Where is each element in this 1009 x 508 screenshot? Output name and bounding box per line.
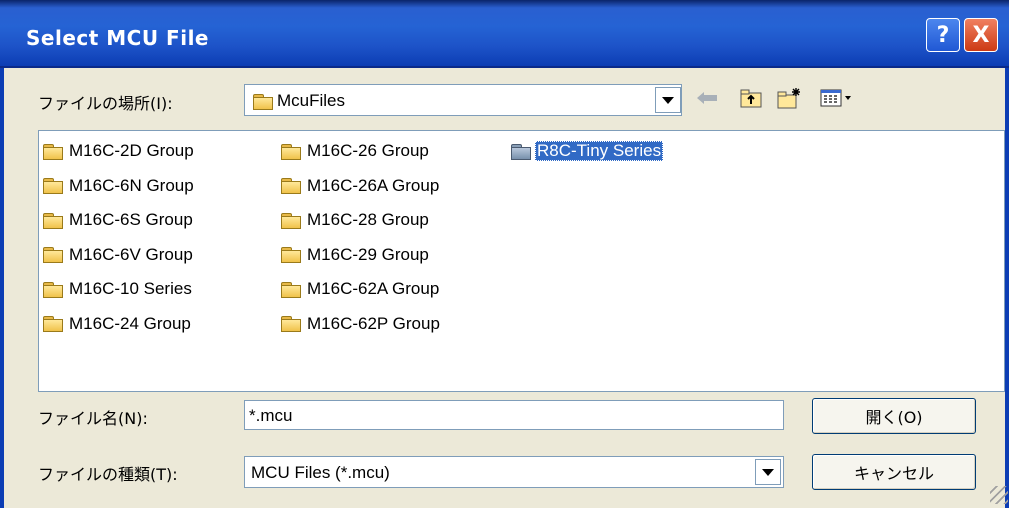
file-list-item-label: M16C-62A Group xyxy=(307,279,440,298)
folder-icon xyxy=(281,316,301,332)
file-list-item[interactable]: M16C-62A Group xyxy=(281,277,441,301)
file-list-item-label: M16C-26 Group xyxy=(307,141,429,160)
file-list-item[interactable]: M16C-29 Group xyxy=(281,243,431,267)
file-list-item[interactable]: M16C-2D Group xyxy=(43,139,196,163)
open-button[interactable]: 開く(O) xyxy=(812,398,976,434)
file-list-item-label: M16C-28 Group xyxy=(307,210,429,229)
file-list-item[interactable]: M16C-6N Group xyxy=(43,174,196,198)
folder-icon xyxy=(43,212,63,229)
file-list-item-label: M16C-10 Series xyxy=(69,279,192,298)
file-list-item-label: M16C-6V Group xyxy=(69,244,193,264)
file-list-item[interactable]: M16C-62P Group xyxy=(281,312,442,336)
look-in-value: McuFiles xyxy=(277,91,346,110)
file-list-item[interactable]: M16C-6V Group xyxy=(43,243,195,267)
filetype-dropdown-button[interactable] xyxy=(755,459,781,485)
cancel-button[interactable]: キャンセル xyxy=(812,454,976,490)
look-in-combo[interactable]: McuFiles xyxy=(244,84,682,116)
window-frame-left xyxy=(0,68,4,508)
folder-icon xyxy=(253,93,273,110)
file-list[interactable]: M16C-2D Group M16C-6N Group M16C-6S Group M… xyxy=(38,130,1005,392)
folder-icon xyxy=(281,178,301,194)
folder-icon xyxy=(511,143,531,160)
file-list-item[interactable]: M16C-6S Group xyxy=(43,208,195,232)
file-list-item-label: M16C-62P Group xyxy=(307,313,440,333)
file-list-item-label: M16C-26A Group xyxy=(307,175,440,195)
filetype-combo[interactable]: MCU Files (*.mcu) xyxy=(244,456,784,488)
new-folder-icon[interactable] xyxy=(776,86,802,110)
look-in-dropdown-button[interactable] xyxy=(655,87,681,113)
chevron-down-icon xyxy=(662,96,674,104)
folder-icon xyxy=(43,281,63,298)
file-list-item[interactable]: M16C-10 Series xyxy=(43,277,194,301)
filename-label: ファイル名(N): xyxy=(38,409,148,428)
filename-input[interactable]: *.mcu xyxy=(244,400,784,430)
file-list-item[interactable]: M16C-24 Group xyxy=(43,312,193,336)
folder-icon xyxy=(43,143,63,160)
file-list-item-label: M16C-6N Group xyxy=(69,175,194,195)
filetype-label: ファイルの種類(T): xyxy=(38,465,178,484)
window-frame-right xyxy=(1005,68,1009,508)
file-list-item[interactable]: M16C-26A Group xyxy=(281,174,441,198)
file-list-item-label: M16C-2D Group xyxy=(69,141,194,160)
close-button[interactable]: X xyxy=(964,18,998,52)
view-menu-icon[interactable] xyxy=(818,86,854,110)
file-list-item[interactable]: M16C-26 Group xyxy=(281,139,431,163)
folder-up-icon[interactable] xyxy=(738,86,764,110)
filetype-value: MCU Files (*.mcu) xyxy=(251,463,390,482)
help-button[interactable]: ? xyxy=(926,18,960,52)
arrow-left-icon[interactable] xyxy=(694,86,720,110)
chevron-down-icon xyxy=(762,468,774,476)
file-list-item-label: M16C-6S Group xyxy=(69,210,193,229)
look-in-label: ファイルの場所(I): xyxy=(38,94,173,113)
file-list-item[interactable]: M16C-28 Group xyxy=(281,208,431,232)
file-list-item[interactable]: R8C-Tiny Series xyxy=(511,139,664,163)
title-bar[interactable]: Select MCU File ? X xyxy=(0,0,1009,68)
folder-icon xyxy=(281,212,301,229)
folder-icon xyxy=(43,178,63,194)
folder-icon xyxy=(281,247,301,263)
file-list-item-label: R8C-Tiny Series xyxy=(535,141,664,161)
folder-icon xyxy=(281,281,301,298)
folder-icon xyxy=(43,247,63,263)
window-title: Select MCU File xyxy=(26,26,209,50)
filename-value: *.mcu xyxy=(249,406,293,425)
folder-icon xyxy=(43,316,63,332)
file-list-item-label: M16C-24 Group xyxy=(69,313,191,333)
resize-grip[interactable] xyxy=(990,486,1008,504)
folder-icon xyxy=(281,143,301,160)
file-list-item-label: M16C-29 Group xyxy=(307,244,429,264)
